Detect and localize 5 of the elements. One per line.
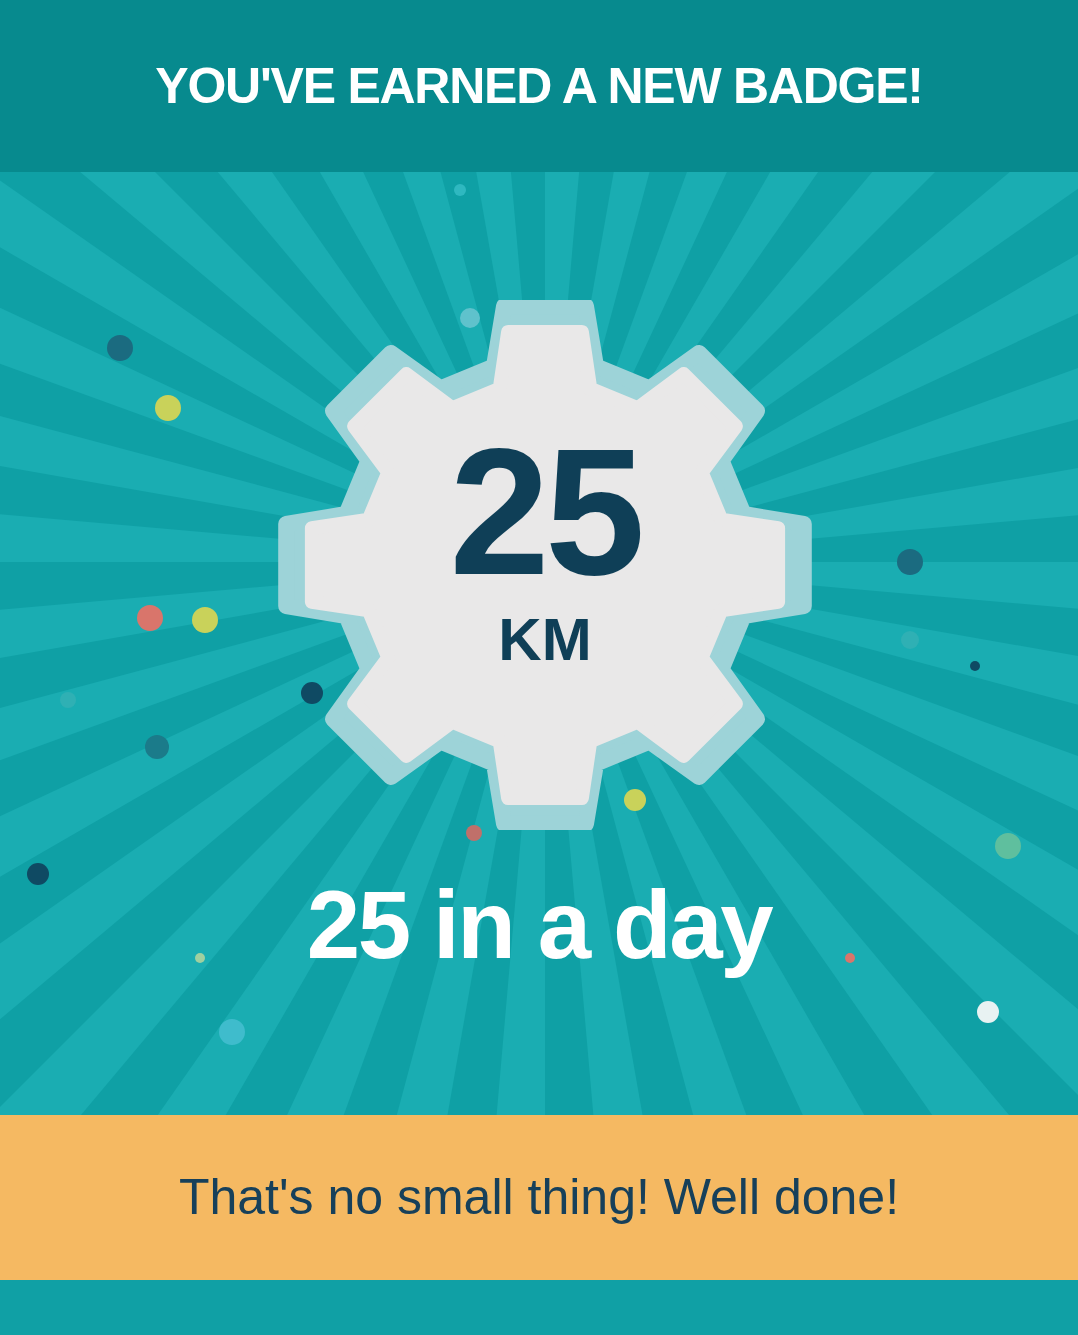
badge-unit: KM — [498, 610, 592, 670]
badge-value: 25 — [449, 422, 641, 602]
header-title: YOU'VE EARNED A NEW BADGE! — [155, 56, 923, 116]
message-text: That's no small thing! Well done! — [178, 1168, 900, 1227]
badge-name: 25 in a day — [306, 870, 772, 980]
